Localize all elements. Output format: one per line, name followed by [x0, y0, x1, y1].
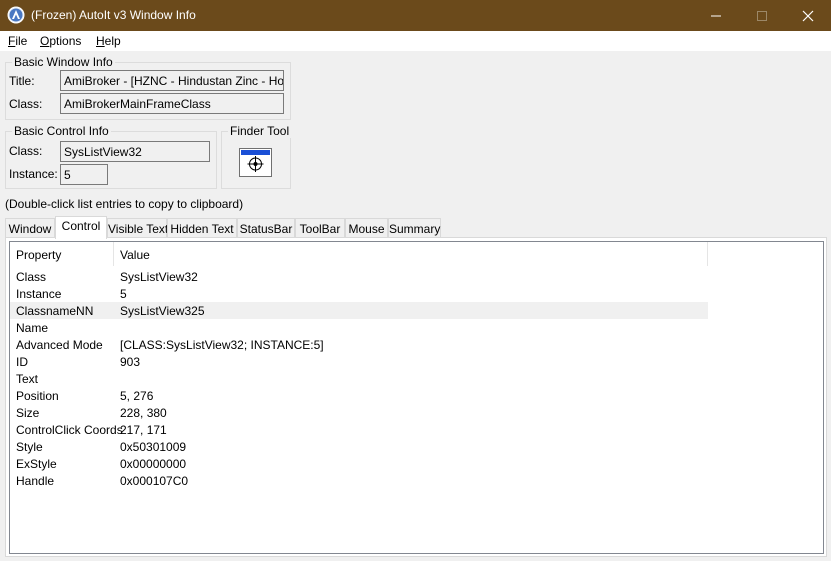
maximize-button[interactable]	[739, 0, 785, 31]
cell-property: ControlClick Coords	[16, 423, 123, 437]
menu-help-label: elp	[104, 34, 121, 48]
table-row[interactable]: ID 903	[10, 353, 708, 370]
menu-bar: File Options Help	[0, 31, 831, 51]
basic-window-info-group: Basic Window Info Title: AmiBroker - [HZ…	[5, 55, 291, 120]
cell-value: 0x00000000	[120, 457, 187, 471]
cell-value: 5	[120, 287, 127, 301]
tab-statusbar[interactable]: StatusBar	[237, 218, 295, 238]
table-row[interactable]: Name	[10, 319, 708, 336]
tab-mouse-label: Mouse	[348, 222, 385, 236]
table-row[interactable]: ControlClick Coords 217, 171	[10, 421, 708, 438]
minimize-icon	[711, 15, 721, 17]
cell-property: Handle	[16, 474, 55, 488]
menu-options[interactable]: Options	[40, 34, 81, 48]
table-row[interactable]: Position 5, 276	[10, 387, 708, 404]
cell-property: ID	[16, 355, 28, 369]
cell-property: Advanced Mode	[16, 338, 103, 352]
finder-tool-label: Finder Tool	[228, 124, 292, 138]
table-row[interactable]: Advanced Mode [CLASS:SysListView32; INSTA…	[10, 336, 708, 353]
cell-property: Text	[16, 372, 39, 386]
menu-help-mnemonic: H	[96, 34, 105, 48]
menu-help[interactable]: Help	[96, 34, 121, 48]
table-row[interactable]: Style 0x50301009	[10, 438, 708, 455]
tab-window[interactable]: Window	[5, 218, 55, 238]
control-class-field[interactable]: SysListView32	[60, 141, 210, 162]
tab-visible-text-label: Visible Text	[108, 222, 169, 236]
tab-statusbar-label: StatusBar	[239, 222, 293, 236]
clipboard-hint: (Double-click list entries to copy to cl…	[5, 197, 244, 211]
window-title-field[interactable]: AmiBroker - [HZNC - Hindustan Zinc - Hou…	[60, 70, 284, 91]
table-row[interactable]: Instance 5	[10, 285, 708, 302]
cell-value: SysListView32	[120, 270, 198, 284]
tab-summary-label: Summary	[389, 222, 441, 236]
window-title: (Frozen) AutoIt v3 Window Info	[31, 8, 196, 22]
cell-property: Instance	[16, 287, 62, 301]
close-button[interactable]	[785, 0, 831, 31]
crosshair-target-icon[interactable]	[239, 148, 272, 177]
cell-property: ExStyle	[16, 457, 57, 471]
table-row[interactable]: Handle 0x000107C0	[10, 472, 708, 489]
basic-control-info-group: Basic Control Info Class: SysListView32 …	[5, 124, 217, 189]
cell-property: Style	[16, 440, 43, 454]
tab-hidden-text[interactable]: Hidden Text	[167, 218, 237, 238]
menu-options-mnemonic: O	[40, 34, 50, 48]
cell-value: 217, 171	[120, 423, 167, 437]
menu-options-label: ptions	[49, 34, 82, 48]
tab-control-label: Control	[61, 219, 101, 233]
cell-value: 0x000107C0	[120, 474, 189, 488]
menu-file[interactable]: File	[8, 34, 27, 48]
menu-file-label: ile	[15, 34, 28, 48]
tab-toolbar-label: ToolBar	[299, 222, 341, 236]
table-row[interactable]: Class SysListView32	[10, 268, 708, 285]
cell-value: 903	[120, 355, 141, 369]
tab-window-label: Window	[8, 222, 52, 236]
header-value[interactable]: Value	[114, 242, 708, 266]
tab-summary[interactable]: Summary	[388, 218, 441, 238]
window-title-label: Title:	[9, 74, 35, 88]
cell-property: ClassnameNN	[16, 304, 94, 318]
tab-hidden-text-label: Hidden Text	[170, 222, 234, 236]
header-property[interactable]: Property	[10, 242, 114, 266]
basic-control-info-label: Basic Control Info	[12, 124, 111, 138]
table-row-selected[interactable]: ClassnameNN SysListView325	[10, 302, 708, 319]
table-row[interactable]: ExStyle 0x00000000	[10, 455, 708, 472]
cell-value: [CLASS:SysListView32; INSTANCE:5]	[120, 338, 324, 352]
title-bar[interactable]: (Frozen) AutoIt v3 Window Info	[0, 0, 831, 31]
maximize-icon	[757, 11, 767, 21]
autoit-app-icon	[7, 6, 25, 24]
tab-mouse[interactable]: Mouse	[345, 218, 388, 238]
close-icon	[802, 10, 814, 22]
cell-value: 5, 276	[120, 389, 154, 403]
cell-value: 228, 380	[120, 406, 167, 420]
window-class-field[interactable]: AmiBrokerMainFrameClass	[60, 93, 284, 114]
cell-value: 0x50301009	[120, 440, 187, 454]
cell-property: Name	[16, 321, 49, 335]
tab-toolbar[interactable]: ToolBar	[295, 218, 345, 238]
table-row[interactable]: Text	[10, 370, 708, 387]
control-class-label: Class:	[9, 144, 43, 158]
minimize-button[interactable]	[693, 0, 739, 31]
cell-property: Size	[16, 406, 40, 420]
table-row[interactable]: Size 228, 380	[10, 404, 708, 421]
tab-visible-text[interactable]: Visible Text	[107, 218, 169, 238]
cell-property: Class	[16, 270, 47, 284]
finder-tool-group: Finder Tool	[221, 124, 292, 189]
control-instance-label: Instance:	[9, 167, 58, 181]
cell-property: Position	[16, 389, 59, 403]
basic-window-info-label: Basic Window Info	[12, 55, 115, 69]
list-header: Property Value	[10, 242, 823, 266]
control-tab-panel: Property Value Class SysListView32 Instan…	[5, 237, 827, 557]
control-instance-field[interactable]: 5	[60, 164, 108, 185]
property-list[interactable]: Property Value Class SysListView32 Instan…	[9, 241, 824, 554]
window-class-label: Class:	[9, 97, 43, 111]
tab-control[interactable]: Control	[55, 216, 107, 239]
cell-value: SysListView325	[120, 304, 205, 318]
